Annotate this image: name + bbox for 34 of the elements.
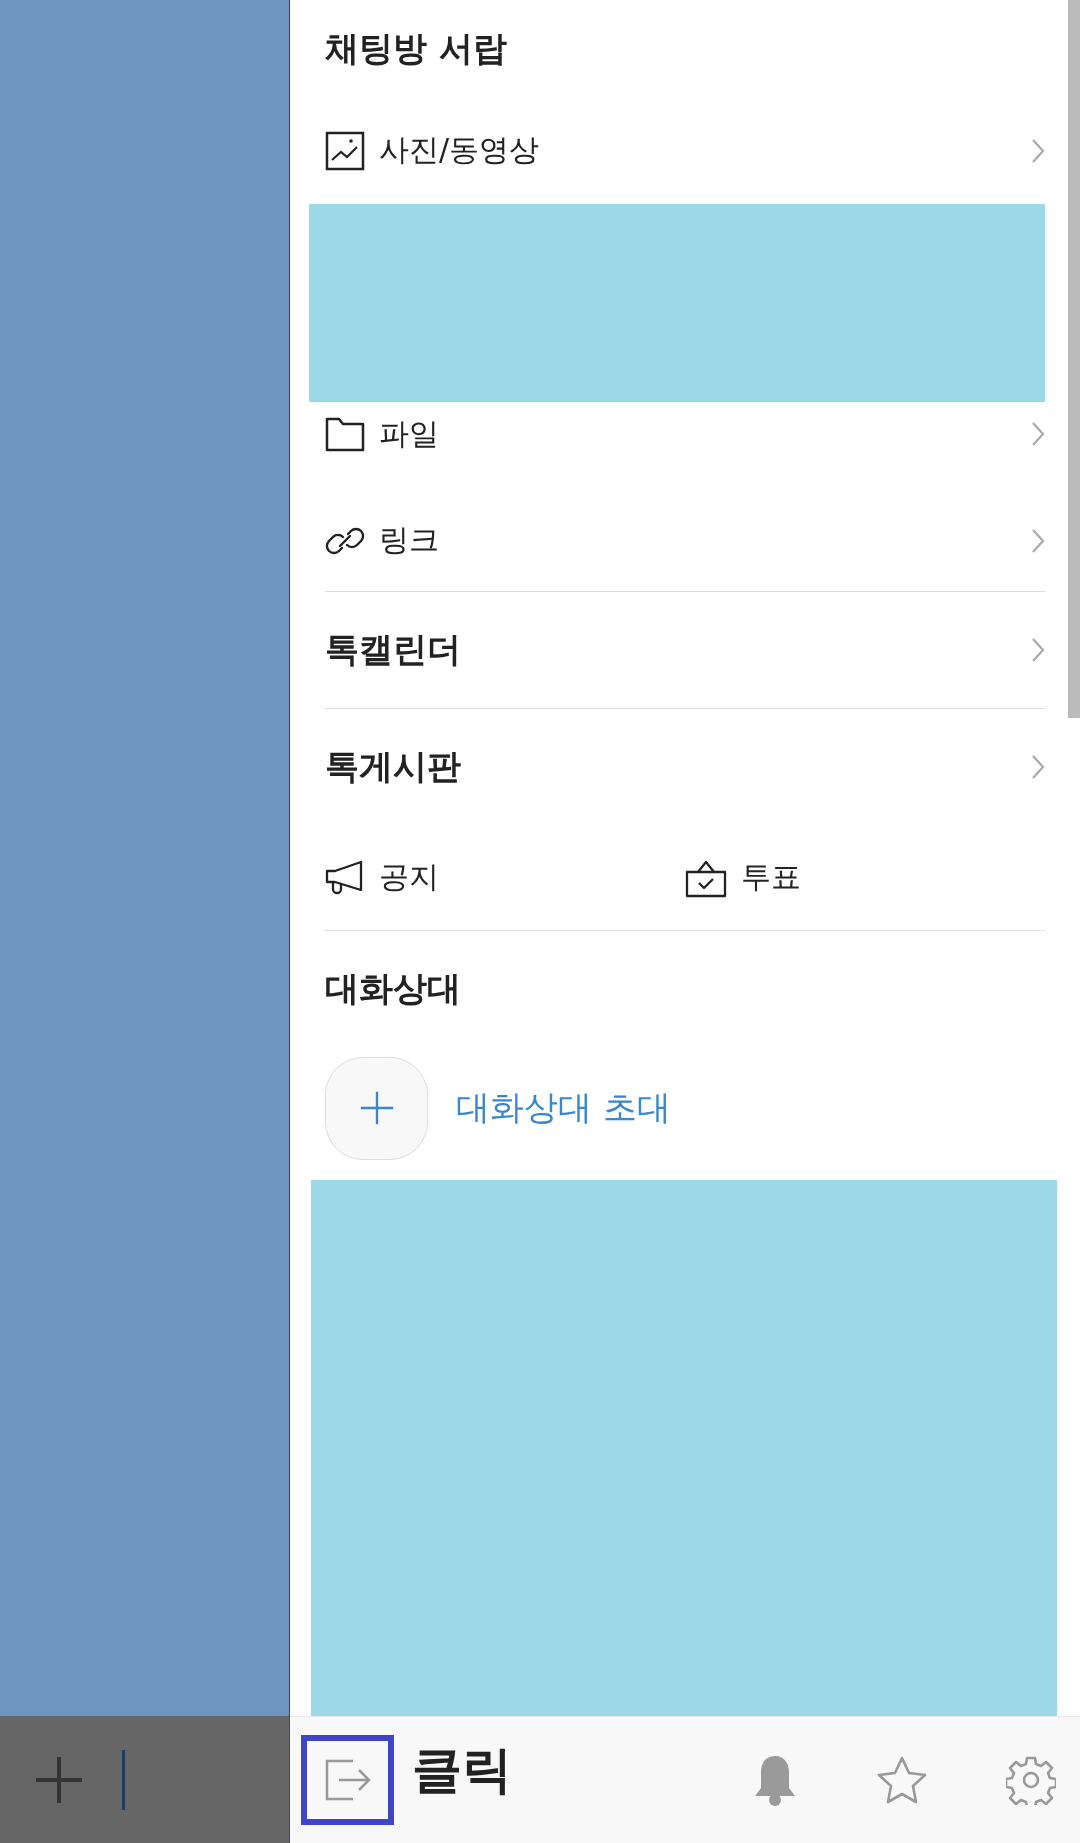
bell-icon[interactable]: [752, 1754, 798, 1806]
chevron-right-icon: [1031, 754, 1045, 780]
chevron-right-icon: [1031, 637, 1045, 663]
section-title: 대화상대: [325, 967, 462, 1010]
section-menu-item[interactable]: 톡게시판: [325, 709, 1045, 825]
menu-label: 파일: [379, 414, 439, 453]
board-item[interactable]: 공지: [325, 857, 685, 898]
section-title: 톡게시판: [325, 745, 461, 788]
exit-button[interactable]: [301, 1735, 394, 1825]
bottom-label: 클릭: [412, 1739, 512, 1801]
menu-label: 투표: [741, 858, 801, 896]
plus-icon: [358, 1090, 395, 1126]
chevron-right-icon: [1031, 137, 1045, 164]
plus-icon[interactable]: [34, 1754, 84, 1805]
invite-link[interactable]: 대화상대 초대: [456, 1085, 671, 1131]
menu-label: 공지: [379, 858, 439, 896]
media-menu-item[interactable]: 사진/동영상: [325, 97, 1045, 204]
section-title: 톡캘린더: [325, 628, 461, 671]
text-cursor: [122, 1749, 125, 1810]
board-item[interactable]: 투표: [685, 857, 1045, 898]
image-icon: [325, 130, 365, 171]
section-menu-item[interactable]: 톡캘린더: [325, 592, 1045, 708]
megaphone-icon: [325, 859, 365, 896]
menu-label: 링크: [379, 521, 439, 559]
drawer-title: 채팅방 서랍: [325, 26, 508, 70]
folder-icon: [325, 416, 365, 452]
chevron-right-icon: [1031, 527, 1045, 554]
settings-icon[interactable]: [1006, 1755, 1056, 1805]
star-icon[interactable]: [876, 1755, 928, 1805]
media-menu-item[interactable]: 파일: [325, 402, 1045, 466]
media-menu-item[interactable]: 링크: [325, 466, 1045, 591]
add-button[interactable]: [325, 1056, 428, 1160]
menu-label: 사진/동영상: [379, 131, 540, 169]
chevron-right-icon: [1031, 421, 1045, 447]
